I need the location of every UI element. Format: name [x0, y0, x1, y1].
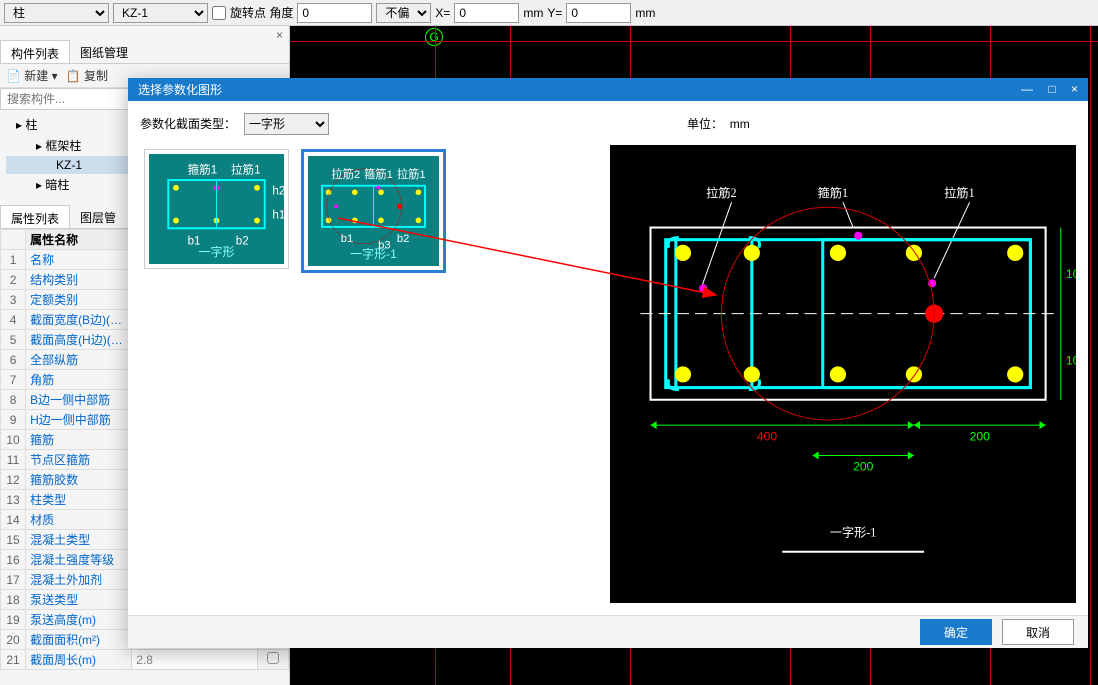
svg-text:100: 100 [1066, 267, 1076, 281]
svg-text:拉筋2: 拉筋2 [706, 185, 736, 200]
grid-marker-g: G [425, 28, 443, 46]
tab-prop-list[interactable]: 属性列表 [0, 205, 70, 228]
close-panel-icon[interactable]: × [276, 28, 283, 42]
cancel-button[interactable]: 取消 [1002, 619, 1074, 645]
component-type-select[interactable]: 柱 [4, 3, 109, 23]
shape-dialog: 选择参数化图形 — □ × 参数化截面类型： 一字形 单位： mm [128, 78, 1088, 648]
svg-text:一字形-1: 一字形-1 [830, 524, 877, 539]
unit-value: mm [730, 117, 750, 131]
minimize-icon[interactable]: — [1021, 82, 1033, 96]
thumb-yizixing[interactable]: 箍筋1 拉筋1 b1 b2 h2 h1 一字形 [144, 149, 289, 269]
rotation-input[interactable] [297, 3, 372, 23]
top-toolbar: 柱 KZ-1 旋转点 角度 不偏移 X= mm Y= mm [0, 0, 1098, 26]
param-select[interactable]: 一字形 [244, 113, 329, 135]
dialog-footer: 确定 取消 [128, 615, 1088, 648]
svg-text:h1: h1 [272, 209, 284, 221]
svg-text:箍筋1: 箍筋1 [188, 162, 218, 176]
thumb-label-2: 一字形-1 [308, 245, 439, 262]
svg-text:箍筋1: 箍筋1 [818, 185, 848, 200]
unit-label: 单位： [687, 117, 723, 131]
thumbnail-list: 箍筋1 拉筋1 b1 b2 h2 h1 一字形 [140, 145, 600, 604]
copy-button[interactable]: 📋 复制 [66, 67, 108, 84]
tab-layer-mgmt[interactable]: 图层管 [70, 205, 126, 228]
tab-drawing-mgmt[interactable]: 图纸管理 [70, 40, 138, 63]
rotation-checkbox[interactable] [212, 6, 226, 20]
param-label: 参数化截面类型： [140, 115, 236, 132]
svg-text:箍筋1: 箍筋1 [364, 167, 393, 181]
svg-text:拉筋2: 拉筋2 [331, 167, 360, 181]
close-icon[interactable]: × [1071, 82, 1078, 96]
preview-pane: 拉筋2 箍筋1 拉筋1 [610, 145, 1076, 604]
y-label: Y= [547, 6, 562, 20]
new-button[interactable]: 📄 新建 ▾ [6, 67, 58, 84]
y-input[interactable] [566, 3, 631, 23]
svg-text:拉筋1: 拉筋1 [231, 162, 261, 176]
offset-select[interactable]: 不偏移 [376, 3, 431, 23]
svg-text:200: 200 [970, 429, 991, 443]
dialog-titlebar[interactable]: 选择参数化图形 — □ × [128, 78, 1088, 101]
maximize-icon[interactable]: □ [1048, 82, 1055, 96]
tabs-upper: 构件列表 图纸管理 [0, 40, 289, 64]
rotation-label: 旋转点 角度 [230, 4, 293, 21]
param-row: 参数化截面类型： 一字形 单位： mm [140, 113, 1076, 135]
svg-text:200: 200 [853, 459, 874, 473]
tab-component-list[interactable]: 构件列表 [0, 40, 70, 63]
ok-button[interactable]: 确定 [920, 619, 992, 645]
prop-row[interactable]: 21截面周长(m)2.8 [1, 650, 289, 670]
x-unit: mm [523, 6, 543, 20]
x-label: X= [435, 6, 450, 20]
svg-text:400: 400 [757, 429, 778, 443]
y-unit: mm [635, 6, 655, 20]
thumb-yizixing-1[interactable]: 拉筋2 箍筋1 拉筋1 b1 b2 b3 一字形-1 [301, 149, 446, 273]
x-input[interactable] [454, 3, 519, 23]
component-name-select[interactable]: KZ-1 [113, 3, 208, 23]
thumb-label-1: 一字形 [149, 243, 284, 260]
svg-text:拉筋1: 拉筋1 [944, 185, 974, 200]
svg-text:b2: b2 [397, 233, 409, 245]
svg-text:100: 100 [1066, 353, 1076, 367]
dialog-title: 选择参数化图形 [138, 81, 222, 98]
svg-text:h2: h2 [272, 185, 284, 197]
svg-text:拉筋1: 拉筋1 [397, 167, 426, 181]
svg-text:b1: b1 [341, 233, 353, 245]
